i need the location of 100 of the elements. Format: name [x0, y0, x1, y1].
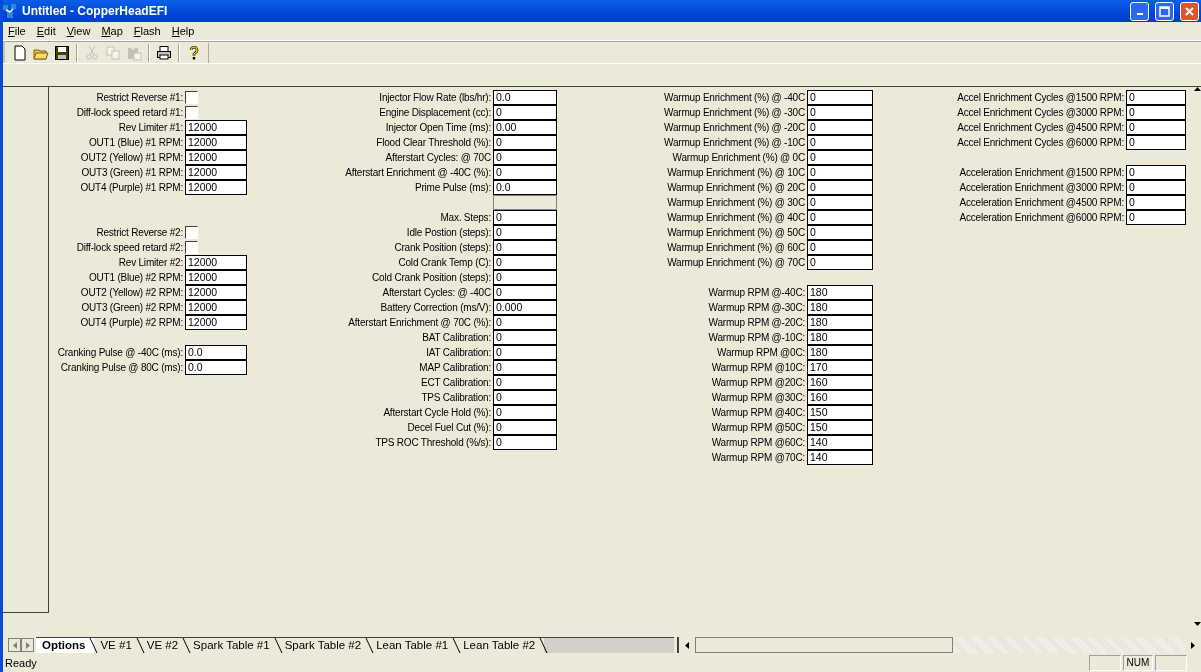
input-field[interactable]: 0 — [807, 105, 873, 120]
field-label: Diff-lock speed retard #2: — [75, 241, 184, 255]
input-field[interactable]: 12000 — [185, 315, 247, 330]
status-indicator: NUM — [1123, 655, 1153, 671]
checkbox[interactable] — [185, 241, 198, 254]
input-field[interactable]: 0 — [807, 255, 873, 270]
minimize-button[interactable] — [1130, 1, 1149, 21]
input-field[interactable]: 0 — [493, 210, 557, 225]
input-field[interactable]: 0 — [807, 150, 873, 165]
input-field[interactable]: 180 — [807, 315, 873, 330]
input-field[interactable]: 12000 — [185, 270, 247, 285]
input-field[interactable]: 0 — [493, 375, 557, 390]
menu-item[interactable]: Help — [166, 25, 201, 37]
input-field[interactable]: 0.0 — [185, 345, 247, 360]
input-field[interactable]: 0 — [493, 255, 557, 270]
input-field[interactable]: 0 — [1126, 105, 1186, 120]
sheet-tab[interactable]: Options — [36, 638, 95, 653]
menu-item[interactable]: Edit — [31, 25, 62, 37]
input-field[interactable]: 0 — [493, 405, 557, 420]
input-field[interactable]: 0 — [1126, 195, 1186, 210]
maximize-button[interactable] — [1155, 1, 1174, 21]
sheet-tab[interactable]: Lean Table #1 — [370, 638, 458, 653]
sheet-tab[interactable]: VE #2 — [140, 638, 188, 653]
input-field[interactable]: 0 — [1126, 165, 1186, 180]
input-field[interactable]: 12000 — [185, 255, 247, 270]
field-label: Warmup RPM @-10C: — [707, 331, 806, 345]
input-field[interactable]: 0 — [807, 90, 873, 105]
input-field[interactable]: 140 — [807, 435, 873, 450]
input-field[interactable]: 0 — [493, 270, 557, 285]
input-field[interactable]: 0 — [807, 210, 873, 225]
input-field[interactable]: 160 — [807, 375, 873, 390]
input-field[interactable]: 160 — [807, 390, 873, 405]
input-field[interactable]: 0.0 — [493, 180, 557, 195]
scroll-down-icon[interactable] — [1194, 622, 1201, 626]
scroll-thumb[interactable] — [695, 637, 954, 653]
field-label: Warmup RPM @50C: — [710, 421, 806, 435]
input-field[interactable]: 0 — [493, 240, 557, 255]
input-field[interactable]: 0 — [493, 135, 557, 150]
input-field[interactable]: 140 — [807, 450, 873, 465]
input-field[interactable]: 0 — [493, 150, 557, 165]
input-field[interactable]: 0 — [493, 225, 557, 240]
close-button[interactable] — [1180, 1, 1199, 21]
sheet-tab[interactable]: Spark Table #2 — [278, 638, 371, 653]
field-label: Crank Position (steps): — [393, 241, 492, 255]
checkbox[interactable] — [185, 226, 198, 239]
input-field[interactable]: 0.000 — [493, 300, 557, 315]
input-field[interactable]: 12000 — [185, 180, 247, 195]
input-field[interactable]: 0 — [807, 225, 873, 240]
input-field[interactable]: 12000 — [185, 165, 247, 180]
input-field[interactable]: 150 — [807, 405, 873, 420]
input-field[interactable]: 0.0 — [493, 90, 557, 105]
printer-button[interactable] — [155, 43, 173, 62]
menu-item[interactable]: Flash — [128, 25, 167, 37]
checkbox[interactable] — [185, 91, 198, 104]
input-field[interactable]: 12000 — [185, 300, 247, 315]
input-field[interactable]: 0.00 — [493, 120, 557, 135]
scroll-up-icon[interactable] — [1194, 87, 1201, 91]
input-field[interactable]: 12000 — [185, 285, 247, 300]
input-field[interactable]: 0 — [493, 435, 557, 450]
input-field[interactable]: 0 — [493, 360, 557, 375]
input-field[interactable]: 180 — [807, 285, 873, 300]
input-field[interactable]: 0 — [493, 345, 557, 360]
input-field[interactable]: 0 — [493, 315, 557, 330]
input-field[interactable]: 0 — [493, 105, 557, 120]
input-field[interactable]: 0 — [1126, 120, 1186, 135]
field-label: Injector Flow Rate (lbs/hr): — [378, 91, 492, 105]
input-field[interactable]: 0 — [1126, 135, 1186, 150]
input-field[interactable]: 0 — [807, 195, 873, 210]
input-field[interactable]: 0 — [807, 120, 873, 135]
floppy-disk-button[interactable] — [53, 43, 71, 62]
input-field[interactable]: 12000 — [185, 150, 247, 165]
input-field[interactable]: 0 — [493, 330, 557, 345]
input-field[interactable]: 0 — [1126, 180, 1186, 195]
input-field[interactable]: 0 — [1126, 210, 1186, 225]
menu-item[interactable]: View — [61, 25, 97, 37]
new-file-button[interactable] — [11, 43, 29, 62]
input-field[interactable]: 0 — [807, 135, 873, 150]
input-field[interactable]: 0 — [1126, 90, 1186, 105]
input-field[interactable]: 0 — [807, 240, 873, 255]
input-field[interactable]: 170 — [807, 360, 873, 375]
tab-scroll-left-button[interactable] — [8, 638, 21, 652]
input-field[interactable]: 0 — [493, 165, 557, 180]
input-field[interactable]: 0 — [807, 165, 873, 180]
input-field[interactable]: 180 — [807, 345, 873, 360]
input-field[interactable]: 0.0 — [185, 360, 247, 375]
input-field[interactable]: 150 — [807, 420, 873, 435]
input-field[interactable]: 180 — [807, 300, 873, 315]
menu-item[interactable]: File — [3, 25, 32, 37]
input-field[interactable]: 12000 — [185, 135, 247, 150]
input-field[interactable]: 0 — [807, 180, 873, 195]
input-field[interactable]: 0 — [493, 285, 557, 300]
tab-scroll-right-button[interactable] — [21, 638, 34, 652]
menu-item[interactable]: Map — [96, 25, 129, 37]
input-field[interactable]: 12000 — [185, 120, 247, 135]
input-field[interactable]: 180 — [807, 330, 873, 345]
sheet-tab[interactable]: Lean Table #2 — [457, 638, 545, 653]
checkbox[interactable] — [185, 106, 198, 119]
field-label: Cold Crank Position (steps): — [371, 271, 492, 285]
input-field[interactable]: 0 — [493, 390, 557, 405]
input-field[interactable]: 0 — [493, 420, 557, 435]
